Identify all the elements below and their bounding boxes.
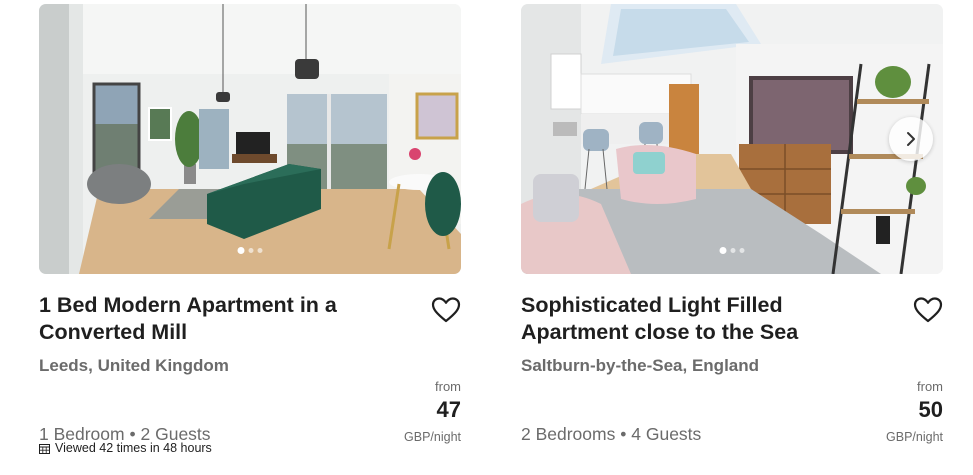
- listing-title-line[interactable]: Sophisticated Light Filled: [521, 293, 783, 317]
- price-unit: GBP/night: [404, 430, 461, 444]
- listing-title-line[interactable]: 1 Bed Modern Apartment in a: [39, 293, 337, 317]
- listing-grid: 1 Bed Modern Apartment in a Converted Mi…: [0, 0, 973, 475]
- listing-title-line[interactable]: Apartment close to the Sea: [521, 320, 798, 344]
- listing-photo-carousel[interactable]: [39, 4, 461, 274]
- carousel-dot[interactable]: [739, 248, 745, 253]
- price-value: 50: [918, 397, 943, 422]
- bedroom-count: 2 Bedrooms: [521, 424, 616, 444]
- guest-count: 4 Guests: [631, 424, 702, 444]
- living-room-photo: [39, 4, 461, 274]
- chevron-right-icon[interactable]: [904, 130, 918, 148]
- heart-outline-icon[interactable]: [913, 296, 943, 324]
- calendar-grid-icon: [39, 443, 50, 454]
- listing-location: Leeds, United Kingdom: [39, 356, 229, 375]
- price-unit: GBP/night: [886, 430, 943, 444]
- carousel-dots[interactable]: [237, 247, 263, 254]
- price-prefix: from: [435, 379, 461, 394]
- viewed-text: Viewed 42 times in 48 hours: [55, 441, 212, 455]
- heart-outline-icon[interactable]: [431, 296, 461, 324]
- open-plan-lounge-photo: [521, 4, 943, 274]
- listing-title[interactable]: Sophisticated Light Filled Apartment clo…: [521, 292, 891, 346]
- viewed-stat: Viewed 42 times in 48 hours: [39, 441, 212, 455]
- carousel-dot[interactable]: [237, 247, 245, 254]
- listing-title-line[interactable]: Converted Mill: [39, 320, 187, 344]
- listing-title[interactable]: 1 Bed Modern Apartment in a Converted Mi…: [39, 292, 409, 346]
- carousel-dot[interactable]: [730, 248, 736, 253]
- favourite-button[interactable]: [913, 296, 943, 324]
- favourite-button[interactable]: [431, 296, 461, 324]
- price-value: 47: [436, 397, 461, 422]
- carousel-dot[interactable]: [719, 247, 727, 254]
- listing-capacity: 2 Bedrooms • 4 Guests: [521, 424, 701, 445]
- listing-location: Saltburn-by-the-Sea, England: [521, 356, 760, 375]
- carousel-next-button[interactable]: [889, 117, 933, 161]
- listing-card[interactable]: Sophisticated Light Filled Apartment clo…: [521, 4, 943, 469]
- listing-card[interactable]: 1 Bed Modern Apartment in a Converted Mi…: [39, 4, 461, 469]
- separator-dot: •: [620, 424, 627, 444]
- carousel-dot[interactable]: [248, 248, 254, 253]
- carousel-dots[interactable]: [719, 247, 745, 254]
- carousel-dot[interactable]: [257, 248, 263, 253]
- listing-photo-carousel[interactable]: [521, 4, 943, 274]
- price-prefix: from: [917, 379, 943, 394]
